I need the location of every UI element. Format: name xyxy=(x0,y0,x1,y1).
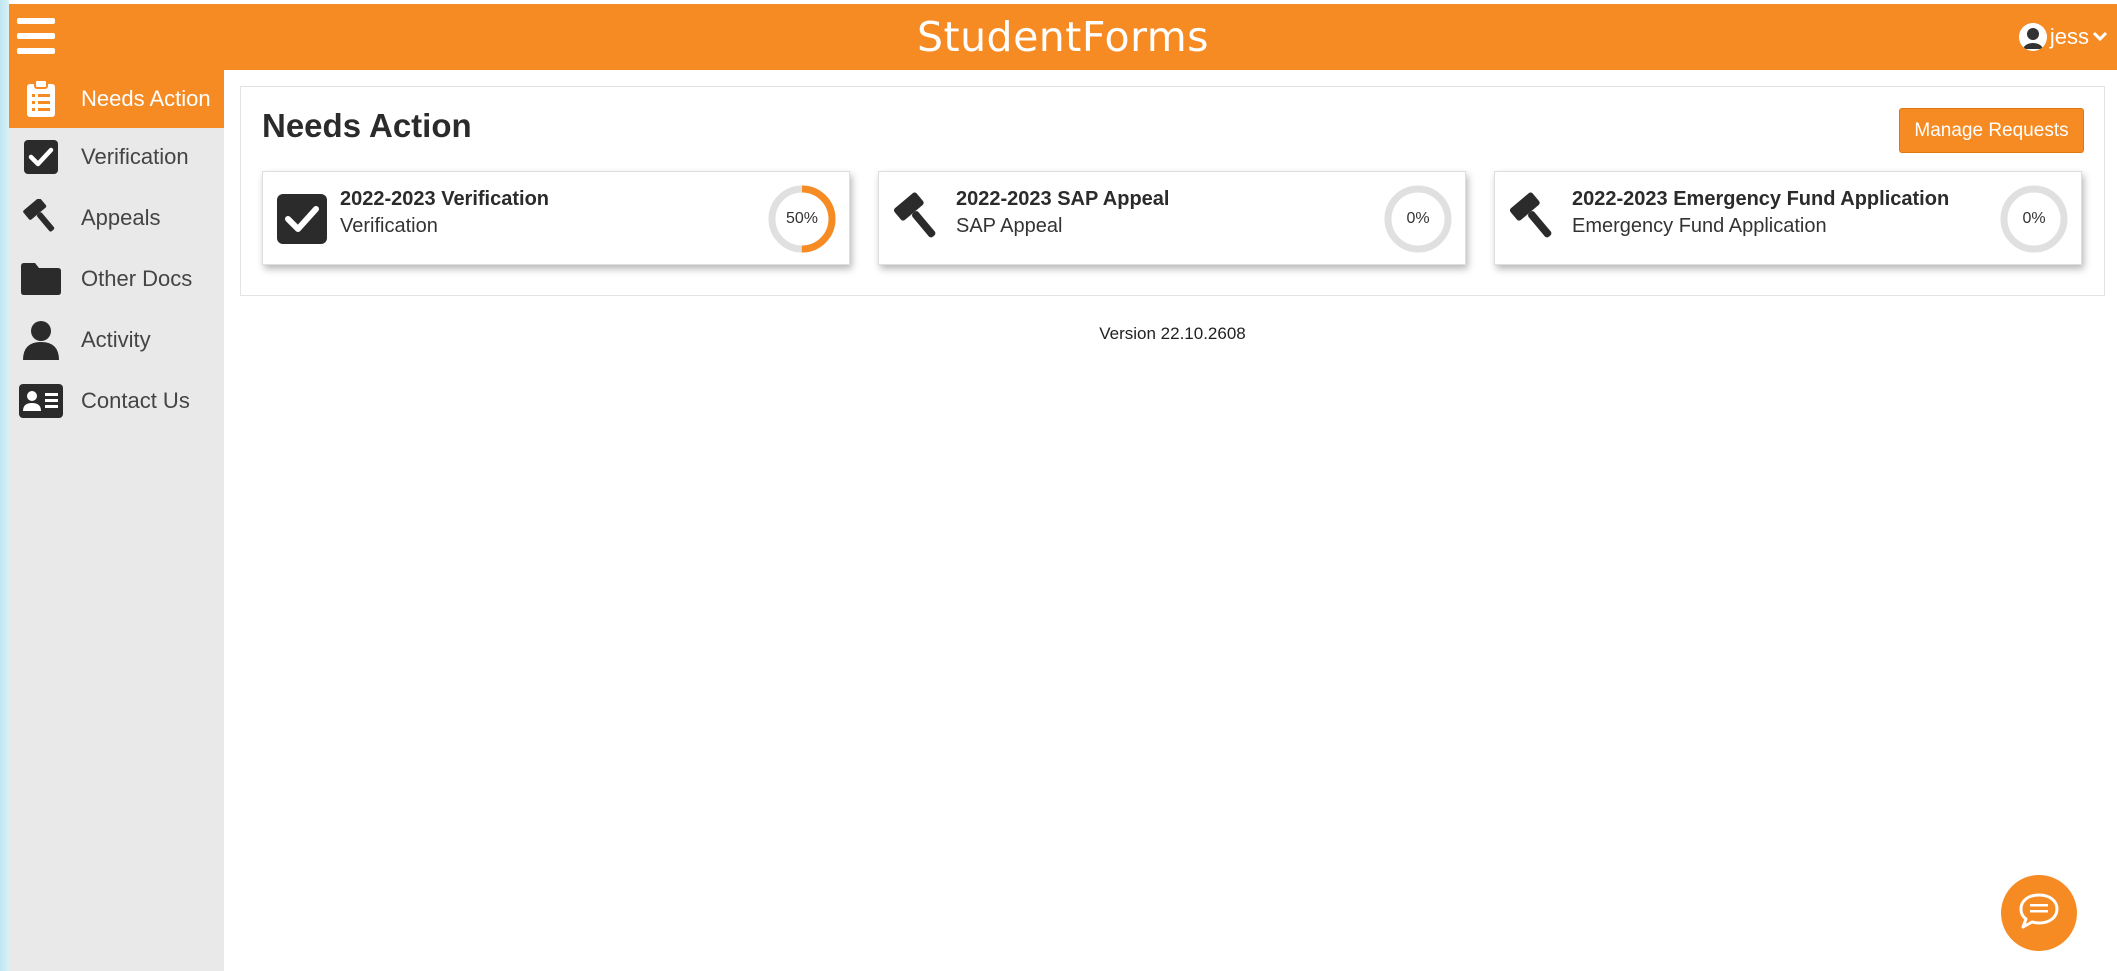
chevron-down-icon xyxy=(2092,28,2108,46)
top-bar: StudentForms jess xyxy=(9,4,2117,70)
manage-requests-button[interactable]: Manage Requests xyxy=(1899,108,2084,153)
version-label: Version 22.10.2608 xyxy=(1099,324,1246,343)
hamburger-icon[interactable] xyxy=(17,18,55,54)
sidebar-item-label: Other Docs xyxy=(81,266,193,291)
user-icon xyxy=(11,311,71,369)
gavel-icon xyxy=(11,189,71,247)
needs-action-panel: Needs Action Manage Requests 2022-2023 V… xyxy=(240,86,2105,296)
gavel-icon xyxy=(1507,192,1561,246)
sidebar-item-activity[interactable]: Activity xyxy=(9,311,224,369)
avatar xyxy=(2018,23,2047,51)
card-title: 2022-2023 Emergency Fund Application xyxy=(1572,188,1950,210)
sidebar-item-label: Verification xyxy=(81,144,189,169)
request-card-emergency-fund[interactable]: 2022-2023 Emergency Fund Application Eme… xyxy=(1494,171,2082,265)
sidebar-item-label: Needs Action xyxy=(81,86,211,111)
sidebar-item-appeals[interactable]: Appeals xyxy=(9,189,224,247)
progress-ring: 50% xyxy=(767,184,837,254)
sidebar-item-label: Activity xyxy=(81,327,151,352)
progress-ring: 0% xyxy=(1383,184,1453,254)
folder-icon xyxy=(11,250,71,308)
app-window: StudentForms jess Needs Action Verificat… xyxy=(9,4,2117,971)
sidebar-item-other-docs[interactable]: Other Docs xyxy=(9,250,224,308)
progress-ring: 0% xyxy=(1999,184,2069,254)
page-title: Needs Action xyxy=(262,107,472,144)
chat-button[interactable] xyxy=(2001,875,2077,951)
sidebar-item-label: Appeals xyxy=(81,205,161,230)
chat-bubble-icon xyxy=(2017,891,2061,936)
card-title: 2022-2023 Verification xyxy=(340,188,550,210)
card-subtitle: Emergency Fund Application xyxy=(1572,215,1827,237)
sidebar-item-verification[interactable]: Verification xyxy=(9,128,224,186)
checkbox-icon xyxy=(275,192,329,246)
clipboard-list-icon xyxy=(11,70,71,128)
checkbox-icon xyxy=(11,128,71,186)
app-title: StudentForms xyxy=(916,13,1210,61)
gavel-icon xyxy=(891,192,945,246)
user-name: jess xyxy=(2049,24,2089,49)
sidebar-item-needs-action[interactable]: Needs Action xyxy=(9,70,224,128)
sidebar: Needs Action Verification Appeals Other … xyxy=(9,70,224,971)
progress-label: 0% xyxy=(1406,210,1430,227)
progress-label: 50% xyxy=(785,210,819,227)
card-subtitle: Verification xyxy=(340,215,438,237)
sidebar-item-contact-us[interactable]: Contact Us xyxy=(9,372,224,430)
sidebar-item-label: Contact Us xyxy=(81,388,190,413)
contact-card-icon xyxy=(11,372,71,430)
card-title: 2022-2023 SAP Appeal xyxy=(956,188,1170,210)
card-subtitle: SAP Appeal xyxy=(956,215,1063,237)
user-menu[interactable]: jess xyxy=(2018,22,2108,52)
request-card-verification[interactable]: 2022-2023 Verification Verification 50% xyxy=(262,171,850,265)
progress-label: 0% xyxy=(2022,210,2046,227)
request-card-sap-appeal[interactable]: 2022-2023 SAP Appeal SAP Appeal 0% xyxy=(878,171,1466,265)
